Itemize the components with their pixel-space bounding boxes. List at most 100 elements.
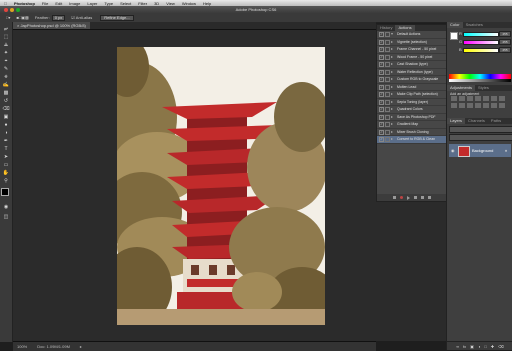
expand-triangle-icon[interactable]: ▸ xyxy=(391,84,393,89)
dialog-toggle-icon[interactable] xyxy=(385,47,390,52)
menu-select[interactable]: Select xyxy=(120,1,131,6)
tab-paths[interactable]: Paths xyxy=(488,118,504,124)
vibrance-icon[interactable] xyxy=(483,96,489,101)
zoom-level[interactable]: 100% xyxy=(17,344,27,349)
brightness-icon[interactable] xyxy=(451,96,457,101)
menu-layer[interactable]: Layer xyxy=(87,1,97,6)
play-icon[interactable] xyxy=(407,195,410,200)
color-balance-icon[interactable] xyxy=(499,96,505,101)
dialog-toggle-icon[interactable] xyxy=(385,32,390,37)
expand-triangle-icon[interactable]: ▸ xyxy=(391,121,393,126)
blend-mode-dropdown[interactable] xyxy=(449,134,512,141)
photo-filter-icon[interactable] xyxy=(459,103,465,108)
action-check-icon[interactable]: ✓ xyxy=(379,77,384,82)
tab-swatches[interactable]: Swatches xyxy=(463,22,486,28)
action-row[interactable]: ✓ ▸ Vignette (selection) xyxy=(377,39,447,46)
status-arrow-icon[interactable]: ▸ xyxy=(80,344,82,349)
foreground-color-swatch[interactable] xyxy=(1,188,9,196)
stop-icon[interactable] xyxy=(393,196,396,199)
dialog-toggle-icon[interactable] xyxy=(385,129,390,135)
selection-mode-icons[interactable]: ■□▣▩ xyxy=(16,15,28,20)
eraser-tool-icon[interactable]: ⌫ xyxy=(2,106,10,112)
expand-triangle-icon[interactable]: ▸ xyxy=(391,114,393,119)
new-adjustment-icon[interactable]: ◑ xyxy=(478,344,480,349)
action-check-icon[interactable]: ✓ xyxy=(379,122,384,127)
expand-triangle-icon[interactable]: ▸ xyxy=(391,76,393,81)
delete-layer-icon[interactable]: ⌫ xyxy=(498,344,504,349)
color-foreground-swatch[interactable] xyxy=(450,32,458,40)
red-value-input[interactable]: 255 xyxy=(499,31,511,37)
menu-view[interactable]: View xyxy=(166,1,175,6)
action-row-selected[interactable]: ✓ ▸ Convert to RGB & Clean xyxy=(377,136,447,144)
dialog-toggle-icon[interactable] xyxy=(385,84,390,90)
fx-icon[interactable]: fx xyxy=(463,344,466,349)
dodge-tool-icon[interactable]: ◑ xyxy=(2,130,10,136)
trash-icon[interactable] xyxy=(428,196,431,199)
expand-triangle-icon[interactable]: ▾ xyxy=(391,31,393,36)
green-value-input[interactable]: 255 xyxy=(499,39,511,45)
dialog-toggle-icon[interactable] xyxy=(385,62,390,67)
antialias-checkbox[interactable]: ☑ Anti-alias xyxy=(71,15,92,20)
type-tool-icon[interactable]: T xyxy=(2,146,10,152)
path-selection-tool-icon[interactable]: ➤ xyxy=(2,154,10,160)
lasso-tool-icon[interactable]: ⧌ xyxy=(2,42,10,48)
action-row[interactable]: ✓ ▸ Save As Photoshop PDF xyxy=(377,114,447,121)
tab-styles[interactable]: Styles xyxy=(475,85,492,91)
history-brush-tool-icon[interactable]: ↺ xyxy=(2,98,10,104)
dialog-toggle-icon[interactable] xyxy=(385,107,390,112)
action-check-icon[interactable]: ✓ xyxy=(379,92,384,97)
action-check-icon[interactable]: ✓ xyxy=(379,47,384,52)
action-check-icon[interactable]: ✓ xyxy=(379,129,384,135)
layer-row-background[interactable]: ◉ Background ♦ xyxy=(449,144,511,157)
refine-edge-button[interactable]: Refine Edge... xyxy=(100,14,134,21)
dialog-toggle-icon[interactable] xyxy=(385,54,390,60)
dialog-toggle-icon[interactable] xyxy=(385,92,390,97)
dialog-toggle-icon[interactable] xyxy=(385,114,390,120)
action-row[interactable]: ✓ ▸ Custom RGB to Grayscale xyxy=(377,76,447,84)
invert-icon[interactable] xyxy=(483,103,489,108)
clone-stamp-tool-icon[interactable]: ▩ xyxy=(2,90,10,96)
action-check-icon[interactable]: ✓ xyxy=(379,62,384,67)
color-lookup-icon[interactable] xyxy=(475,103,481,108)
action-check-icon[interactable]: ✓ xyxy=(379,32,384,37)
layer-name[interactable]: Background xyxy=(472,148,493,153)
action-check-icon[interactable]: ✓ xyxy=(379,137,384,142)
menu-3d[interactable]: 3D xyxy=(154,1,159,6)
zoom-tool-icon[interactable]: ⚲ xyxy=(2,178,10,184)
move-tool-icon[interactable]: ⥂ xyxy=(2,26,10,32)
action-row[interactable]: ✓ ▸ Frame Channel - 50 pixel xyxy=(377,46,447,54)
brush-tool-icon[interactable]: ✍ xyxy=(2,82,10,88)
add-mask-icon[interactable]: ▣ xyxy=(470,344,474,349)
dialog-toggle-icon[interactable] xyxy=(385,137,390,142)
action-row[interactable]: ✓ ▸ Molten Lead xyxy=(377,84,447,91)
expand-triangle-icon[interactable]: ▸ xyxy=(391,136,393,141)
green-slider[interactable] xyxy=(463,40,499,45)
action-row[interactable]: ✓ ▾ Default Actions xyxy=(377,31,447,39)
expand-triangle-icon[interactable]: ▸ xyxy=(391,106,393,111)
menu-window[interactable]: Window xyxy=(182,1,196,6)
link-layers-icon[interactable]: ∞ xyxy=(456,344,459,349)
action-check-icon[interactable]: ✓ xyxy=(379,99,384,105)
menu-edit[interactable]: Edit xyxy=(55,1,62,6)
action-row[interactable]: ✓ ▸ Cast Shadow (type) xyxy=(377,61,447,69)
menu-type[interactable]: Type xyxy=(104,1,113,6)
quick-mask-icon[interactable]: ◉ xyxy=(2,204,10,210)
expand-triangle-icon[interactable]: ▸ xyxy=(391,69,393,74)
expand-triangle-icon[interactable]: ▸ xyxy=(391,129,393,134)
expand-triangle-icon[interactable]: ▸ xyxy=(391,91,393,96)
dialog-toggle-icon[interactable] xyxy=(385,99,390,105)
dialog-toggle-icon[interactable] xyxy=(385,122,390,127)
tab-layers[interactable]: Layers xyxy=(447,118,466,124)
layer-filter-dropdown[interactable] xyxy=(449,126,512,133)
blue-slider[interactable] xyxy=(463,48,499,53)
layer-visibility-eye-icon[interactable]: ◉ xyxy=(451,148,455,153)
action-check-icon[interactable]: ✓ xyxy=(379,107,384,112)
red-slider[interactable] xyxy=(463,32,499,37)
eyedropper-tool-icon[interactable]: ✎ xyxy=(2,66,10,72)
action-row[interactable]: ✓ ▸ Quadrant Colors xyxy=(377,106,447,114)
threshold-icon[interactable] xyxy=(499,103,505,108)
new-group-icon[interactable]: □ xyxy=(484,344,486,349)
tab-color[interactable]: Color xyxy=(447,22,463,28)
document-tab[interactable]: × JapPhotoshop.psd @ 100% (RGB/8) xyxy=(13,22,90,29)
record-icon[interactable] xyxy=(400,196,403,199)
